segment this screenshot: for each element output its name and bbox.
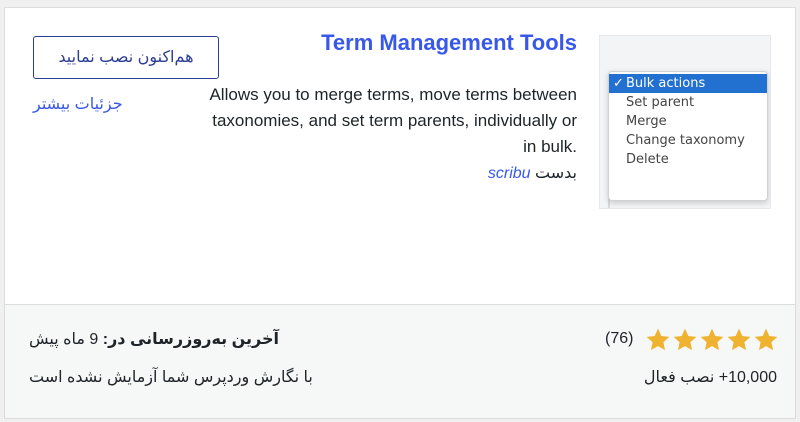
dropdown-option-change-taxonomy: Change taxonomy [626, 133, 745, 148]
plugin-card: ✓ Bulk actions Set parent Merge Change ta… [4, 7, 796, 419]
star-icon [727, 328, 751, 351]
dropdown-option-set-parent: Set parent [626, 95, 695, 110]
bulk-actions-dropdown-image: ✓ Bulk actions Set parent Merge Change ta… [608, 71, 768, 201]
last-updated-label: آخرین به‌روزرسانی در: [102, 331, 280, 348]
last-updated: آخرین به‌روزرسانی در: 9 ماه پیش [29, 329, 279, 349]
plugin-title[interactable]: Term Management Tools [321, 30, 577, 56]
star-icon [673, 328, 697, 351]
plugin-description: Allows you to merge terms, move terms be… [209, 85, 577, 156]
plugin-author: بدست scribu [488, 163, 577, 183]
plugin-card-top: ✓ Bulk actions Set parent Merge Change ta… [5, 8, 795, 304]
star-icon [700, 328, 724, 351]
author-link[interactable]: scribu [488, 165, 531, 182]
more-details-link[interactable]: جزئیات بیشتر [33, 94, 123, 114]
dropdown-option-merge: Merge [626, 114, 667, 129]
star-rating [645, 327, 780, 353]
active-installs: 10,000+ نصب فعال [643, 369, 777, 386]
dropdown-option-delete: Delete [626, 152, 669, 167]
compatibility-notice: با نگارش وردپرس شما آزمایش نشده است [29, 369, 313, 386]
rating-count: (76) [605, 330, 634, 347]
plugin-thumbnail[interactable]: ✓ Bulk actions Set parent Merge Change ta… [599, 35, 771, 209]
last-updated-value: 9 ماه پیش [29, 331, 99, 348]
author-prefix: بدست [535, 165, 577, 182]
install-now-button[interactable]: هم‌اکنون نصب نمایید [33, 36, 219, 79]
star-icon [646, 328, 670, 351]
plugin-card-bottom: (76) 10,000+ نصب فعال آخرین به‌روزرسانی … [5, 304, 795, 418]
dropdown-option-bulk-actions: ✓ Bulk actions [609, 74, 767, 93]
check-icon: ✓ [613, 76, 624, 91]
star-icon [754, 328, 778, 351]
